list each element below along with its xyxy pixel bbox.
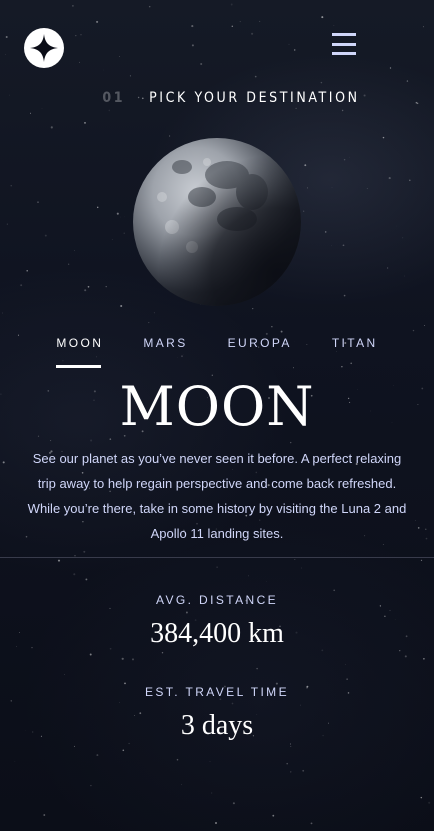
distance-label: AVG. DISTANCE [155,593,279,607]
page-subheading: 01 PICK YOUR DESTINATION [0,90,434,106]
destination-description: See our planet as you’ve never seen it b… [27,451,407,541]
moon-image [132,137,302,307]
divider [0,557,434,558]
tab-titan[interactable]: TITAN [332,336,378,368]
tab-moon[interactable]: MOON [56,336,103,368]
tab-europa[interactable]: EUROPA [228,336,292,368]
travel-time-label: EST. TRAVEL TIME [145,685,289,699]
star-logo-icon[interactable] [24,28,64,68]
tab-mars[interactable]: MARS [143,336,187,368]
subheading-number: 01 [102,90,126,106]
destination-tabs: MOON MARS EUROPA TITAN [0,336,434,368]
destination-title: MOON [119,375,315,438]
hamburger-menu-icon[interactable] [332,33,356,55]
distance-value: 384,400 km [150,618,284,649]
subheading-label: PICK YOUR DESTINATION [149,90,360,106]
travel-time-value: 3 days [180,710,254,741]
